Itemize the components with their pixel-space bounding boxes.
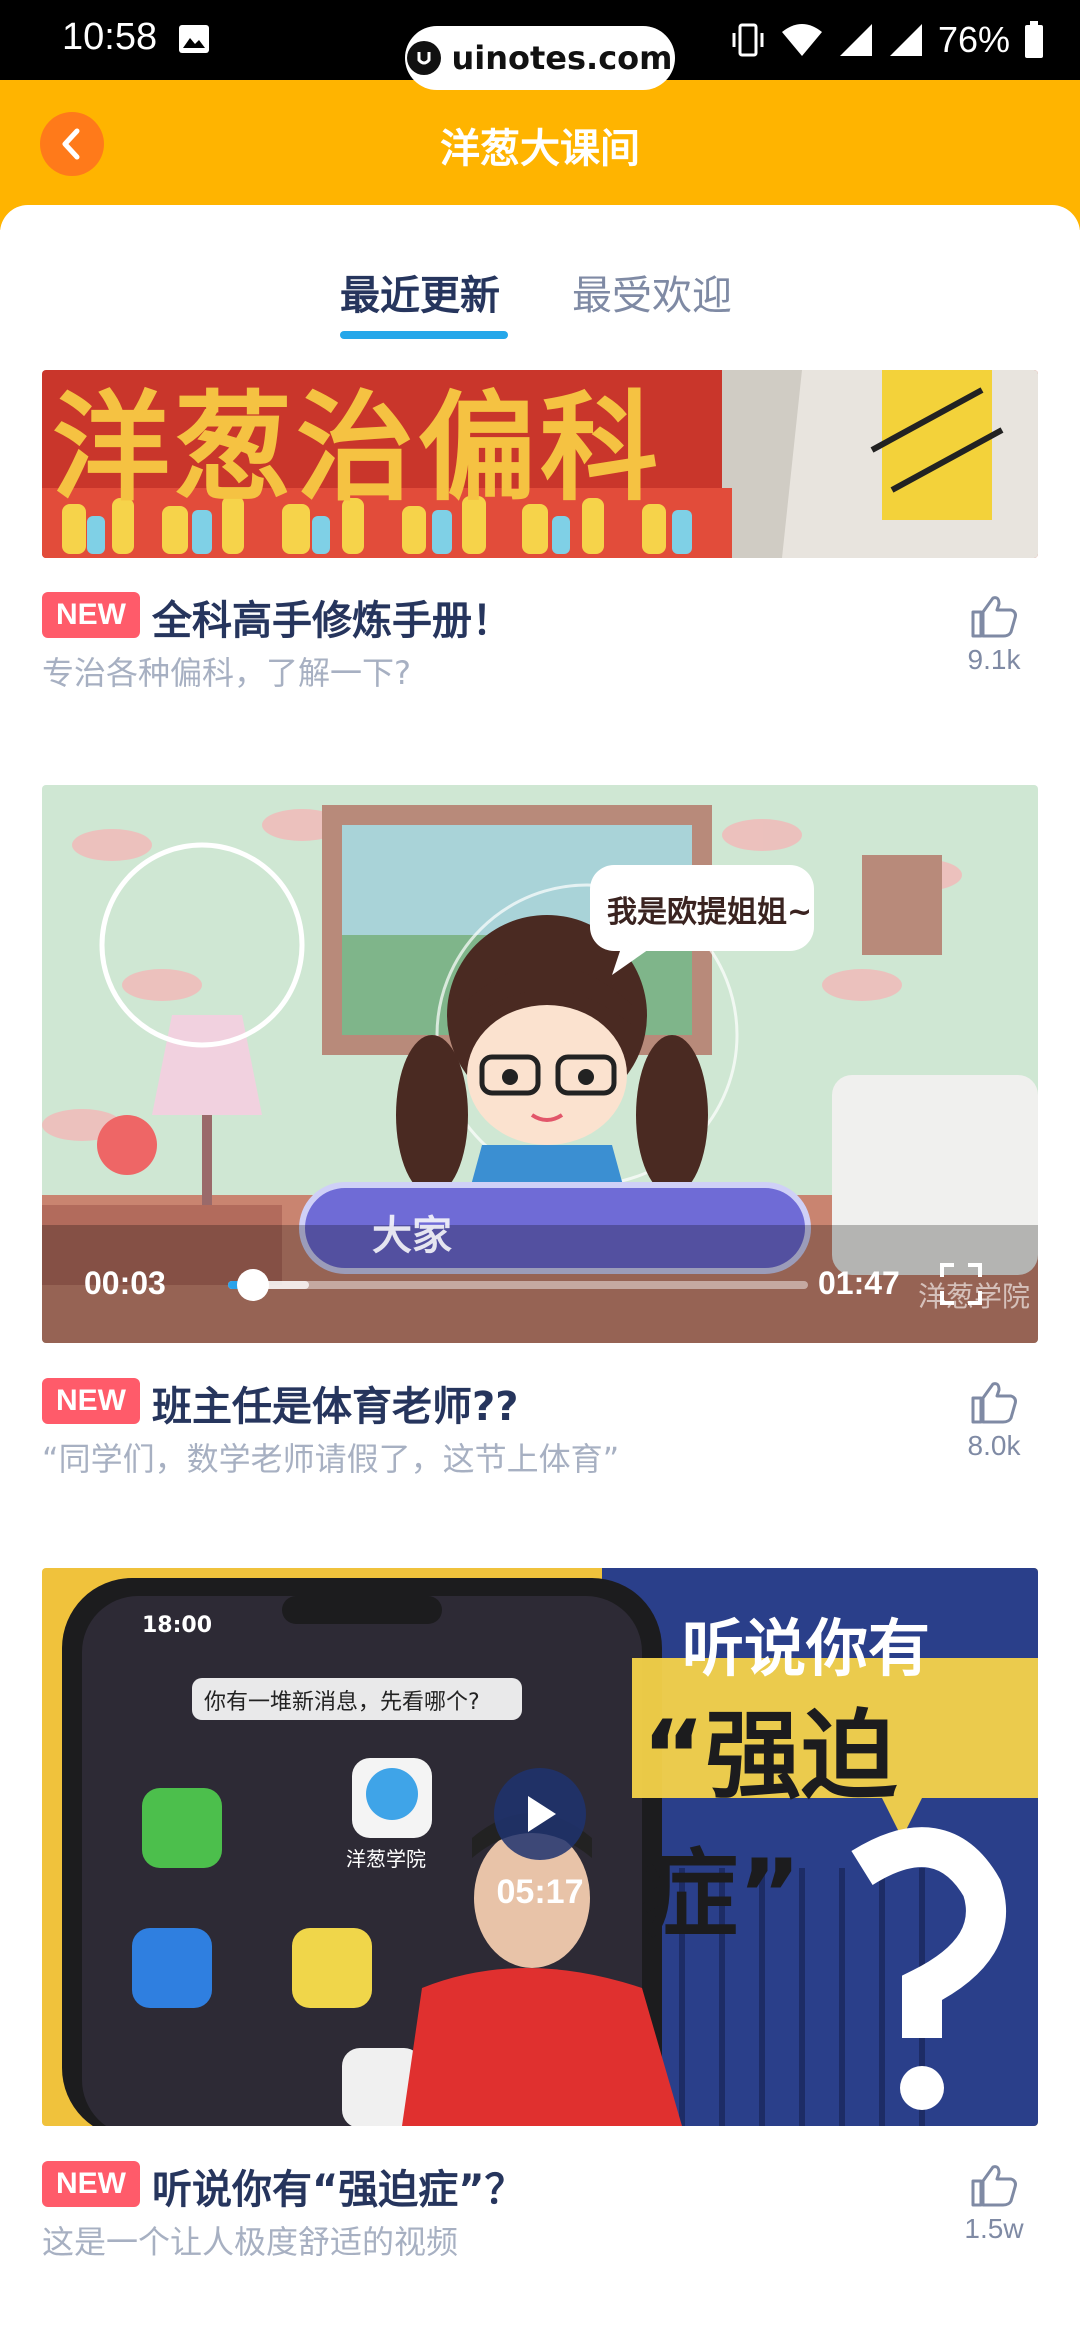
image-notification-icon	[179, 25, 209, 53]
wifi-icon	[781, 24, 822, 56]
like-count: 9.1k	[967, 644, 1021, 675]
play-button[interactable]	[494, 1768, 586, 1860]
item-subtitle: 这是一个让人极度舒适的视频	[42, 2223, 459, 2261]
list-item[interactable]: 听说你有 “强迫症” 18:00 你有一堆新消息，先看哪个? 洋葱学院 05:1…	[42, 1568, 1038, 2268]
status-time: 10:58	[62, 16, 158, 58]
video-controls: 00:03 01:47	[42, 1223, 1038, 1343]
item-title: 班主任是体育老师??	[152, 1384, 519, 1430]
seek-handle[interactable]	[237, 1269, 270, 1301]
like-button[interactable]: 8.0k	[954, 1378, 1034, 1462]
item-subtitle: 专治各种偏科，了解一下?	[42, 654, 411, 692]
item-subtitle: “同学们，数学老师请假了，这节上体育”	[42, 1440, 620, 1478]
battery-percent: 76%	[937, 19, 1010, 60]
speech-bubble-text: 我是欧提姐姐~	[607, 895, 813, 930]
video-duration: 05:17	[496, 1873, 584, 1911]
tab-popular[interactable]: 最受欢迎	[572, 263, 732, 321]
app-label: 洋葱学院	[346, 1847, 426, 1871]
new-badge: NEW	[42, 2161, 140, 2207]
seek-bar[interactable]	[228, 1269, 808, 1301]
battery-icon	[1025, 21, 1043, 58]
url-pill: uinotes.com	[405, 26, 675, 90]
video-player[interactable]: 我是欧提姐姐~ 大家 洋葱学院 00:03 01:47	[42, 785, 1038, 1343]
page-title: 洋葱大课间	[440, 126, 640, 172]
item-title: 全科高手修炼手册！	[152, 598, 512, 644]
play-icon	[528, 1796, 556, 1832]
tab-bar: 最近更新 最受欢迎	[0, 263, 1080, 353]
like-button[interactable]: 9.1k	[954, 592, 1034, 676]
thumbnail-headline: 听说你有	[682, 1612, 931, 1685]
new-badge: NEW	[42, 1378, 140, 1424]
like-count: 8.0k	[967, 1430, 1021, 1461]
list-item[interactable]: 洋葱治偏科 NEW 全科高手修炼手册！ 专治各种偏科，了解一下? 9.1k	[42, 370, 1038, 692]
video-thumbnail[interactable]: 听说你有 “强迫症” 18:00 你有一堆新消息，先看哪个? 洋葱学院 05:1…	[42, 1568, 1038, 2126]
tab-recent[interactable]: 最近更新	[340, 263, 500, 321]
content-sheet: 最近更新 最受欢迎 洋葱治偏科 NEW 全科高手修炼手册！ 专治各种偏科，了解一…	[0, 205, 1080, 2340]
like-count: 1.5w	[964, 2213, 1024, 2244]
vibrate-icon	[732, 23, 764, 57]
thumbs-up-icon	[971, 2165, 1017, 2207]
thumbs-up-icon	[971, 1382, 1017, 1424]
signal-icon-2	[889, 24, 922, 56]
signal-icon	[839, 24, 872, 56]
like-button[interactable]: 1.5w	[954, 2161, 1034, 2245]
uinotes-logo-icon	[407, 41, 442, 75]
thumbnail-headline: 洋葱治偏科	[52, 379, 663, 517]
new-badge: NEW	[42, 592, 140, 638]
duration-time: 01:47	[818, 1265, 900, 1301]
thumbnail-headline-big: “强迫症”	[642, 1700, 898, 1951]
video-thumbnail[interactable]: 洋葱治偏科	[42, 370, 1038, 558]
list-item[interactable]: 我是欧提姐姐~ 大家 洋葱学院 00:03 01:47 NEW 班主任是体育老师…	[42, 785, 1038, 1478]
current-time: 00:03	[84, 1265, 166, 1301]
item-title: 听说你有“强迫症”？	[152, 2167, 525, 2213]
url-text: uinotes.com	[451, 39, 673, 77]
tab-indicator	[340, 331, 508, 339]
phone-time: 18:00	[142, 1613, 213, 1638]
fullscreen-icon[interactable]	[938, 1261, 984, 1307]
thumbs-up-icon	[971, 596, 1017, 638]
phone-banner: 你有一堆新消息，先看哪个?	[204, 1690, 480, 1715]
